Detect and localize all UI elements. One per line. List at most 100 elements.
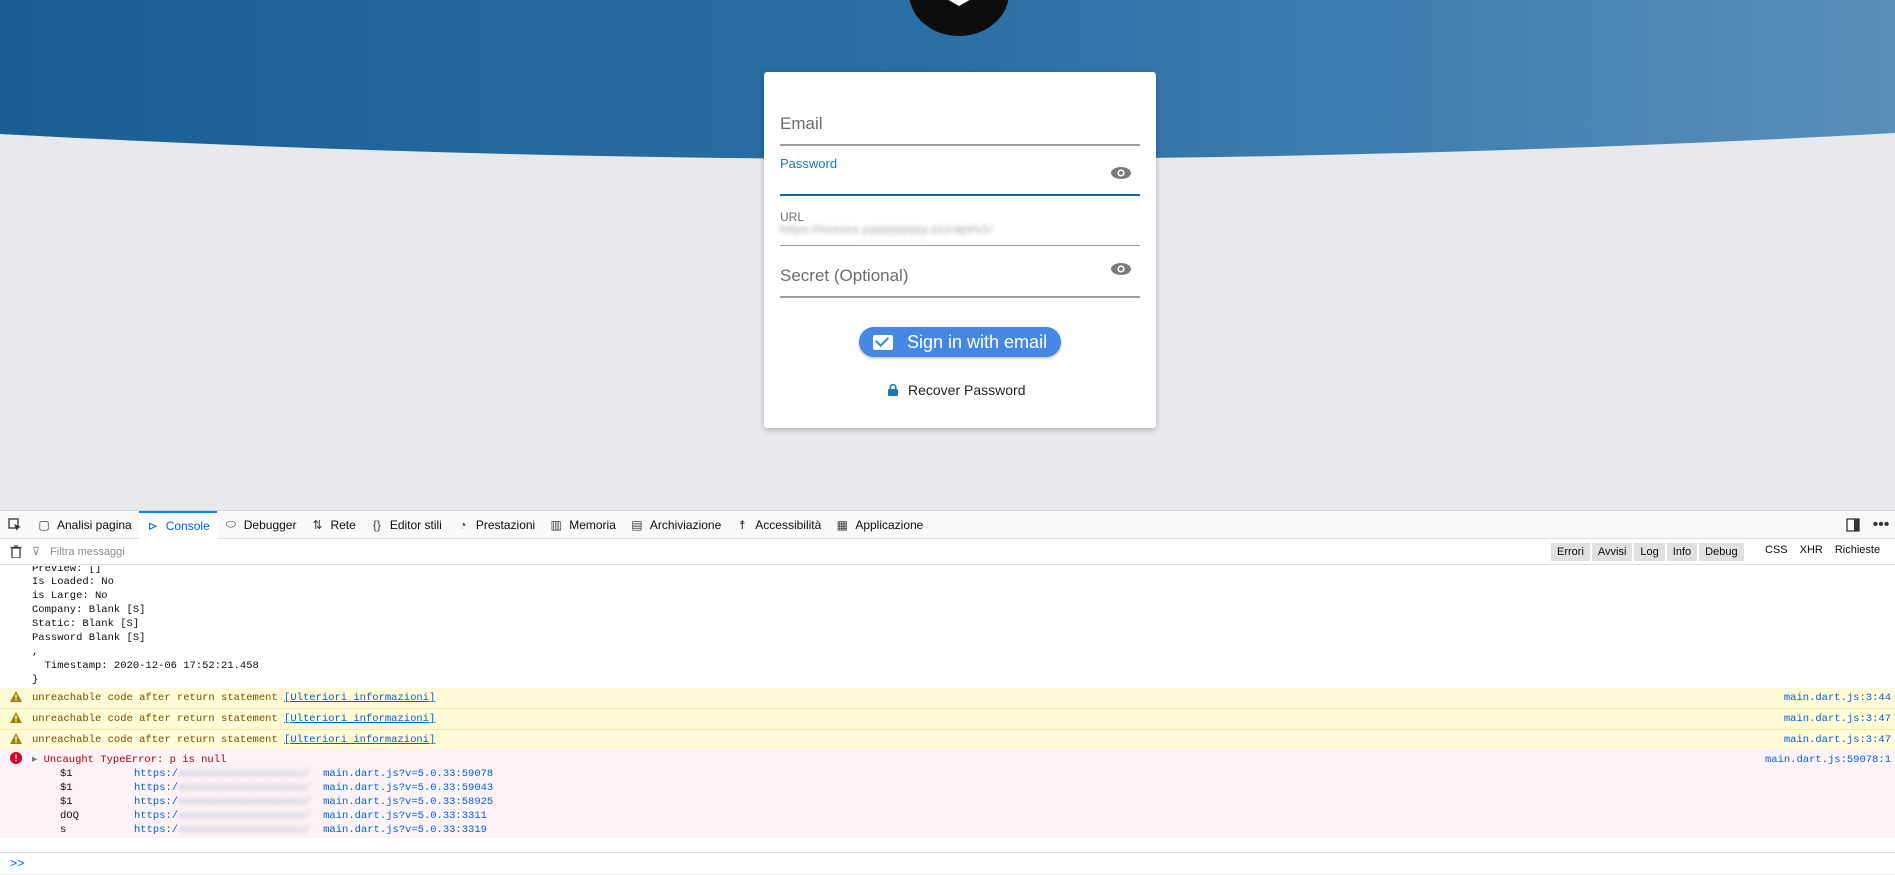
tab-storage[interactable]: ▤ Archiviazione [623,511,728,539]
more-info-link[interactable]: [Ulteriori informazioni] [284,692,435,704]
tab-performance[interactable]: ◔ Prestazioni [449,511,542,539]
tab-accessibility[interactable]: ☨ Accessibilità [728,511,828,539]
warning-text: unreachable code after return statement [32,734,285,746]
app-viewport: Email Password URL https://xxxxxx.yyyyyy… [0,0,1895,510]
tab-inspector[interactable]: ▢ Analisi pagina [30,511,139,539]
source-link[interactable]: main.dart.js:3:47 [1784,713,1891,725]
type-css-button[interactable]: CSS [1765,544,1788,556]
console-output[interactable]: Preview: [] Is Loaded: No is Large: No C… [0,566,1895,852]
frame-url[interactable]: https:/ [134,824,178,836]
source-link[interactable]: main.dart.js:59078:1 [1765,754,1891,766]
source-link[interactable]: main.dart.js:3:47 [1784,734,1891,746]
inspector-icon: ▢ [38,517,50,532]
eye-icon[interactable] [1110,262,1132,276]
frame-file[interactable]: main.dart.js?v=5.0.33:59078 [323,768,493,780]
tab-memory[interactable]: ▥ Memoria [542,511,623,539]
accessibility-icon: ☨ [739,517,746,532]
tab-label: Debugger [243,517,297,532]
log-line: Password Blank [S] [32,632,146,644]
frame-url[interactable]: https:/ [134,810,178,822]
frame-function: $1 [60,782,73,794]
dock-icon[interactable] [1839,518,1867,532]
source-link[interactable]: main.dart.js:3:44 [1784,692,1891,704]
frame-file[interactable]: main.dart.js?v=5.0.33:3319 [323,824,487,836]
filter-icon: ⊽ [32,546,41,558]
sign-in-button[interactable]: Sign in with email [859,327,1061,357]
sign-in-label: Sign in with email [907,331,1048,352]
tab-network[interactable]: ⇅ Rete [303,511,362,539]
recover-password-link[interactable]: Recover Password [888,382,1026,398]
style-editor-icon: {} [372,517,381,532]
frame-url-blurred: xxxxxxxxxxxxxxxxxxxx/ [178,824,311,836]
frame-url-blurred: xxxxxxxxxxxxxxxxxxxx/ [178,768,311,780]
level-warnings-button[interactable]: Avvisi [1591,543,1633,561]
email-placeholder: Email [780,114,823,133]
warning-text: unreachable code after return statement [32,692,285,704]
frame-function: dOQ [60,810,79,822]
stack-frame: $1 https:/xxxxxxxxxxxxxxxxxxxx/main.dart.… [60,782,493,794]
frame-function: $1 [60,796,73,808]
console-input[interactable]: >> [0,852,1895,875]
eye-icon[interactable] [1110,166,1132,180]
frame-url-blurred: xxxxxxxxxxxxxxxxxxxx/ [178,782,311,794]
frame-url[interactable]: https:/ [134,782,178,794]
password-label: Password [780,156,838,171]
warning-message: unreachable code after return statement … [0,730,1895,751]
expand-arrow-icon[interactable]: ▸ [32,754,44,766]
stack-frame: dOQ https:/xxxxxxxxxxxxxxxxxxxx/main.dart… [60,810,487,822]
frame-file[interactable]: main.dart.js?v=5.0.33:3311 [323,810,487,822]
warning-message: unreachable code after return statement … [0,688,1895,709]
log-line: Company: Blank [S] [32,604,146,616]
email-field[interactable]: Email [780,88,1140,146]
type-xhr-button[interactable]: XHR [1800,544,1823,556]
url-value: https://xxxxxx.yyyyyyyyyy.zzz/api/v1/ [780,222,993,236]
stack-frame: s https:/xxxxxxxxxxxxxxxxxxxx/main.dart.j… [60,824,487,836]
login-card: Email Password URL https://xxxxxx.yyyyyy… [764,72,1156,428]
frame-file[interactable]: main.dart.js?v=5.0.33:59043 [323,782,493,794]
frame-url[interactable]: https:/ [134,796,178,808]
secret-field[interactable]: Secret (Optional) [780,250,1140,298]
frame-file[interactable]: main.dart.js?v=5.0.33:58925 [323,796,493,808]
level-info-button[interactable]: Info [1666,543,1698,561]
application-icon: ▦ [836,517,848,532]
error-header[interactable]: ▸ Uncaught TypeError: p is null main.dar… [0,749,1895,770]
more-info-link[interactable]: [Ulteriori informazioni] [284,734,435,746]
trash-icon[interactable] [0,539,32,565]
log-level-filters: Errori Avvisi Log Info Debug [1551,543,1746,561]
tab-label: Console [165,518,210,533]
frame-url[interactable]: https:/ [134,768,178,780]
level-log-button[interactable]: Log [1634,543,1665,561]
url-field[interactable]: URL https://xxxxxx.yyyyyyyyyy.zzz/api/v1… [780,202,1140,246]
log-line: Static: Blank [S] [32,618,140,630]
tab-application[interactable]: ▦ Applicazione [828,511,930,539]
level-debug-button[interactable]: Debug [1699,543,1744,561]
log-line: Timestamp: 2020-12-06 17:52:21.458 [32,660,259,672]
tab-style-editor[interactable]: {} Editor stili [363,511,449,539]
level-errors-button[interactable]: Errori [1551,543,1590,561]
secret-placeholder: Secret (Optional) [780,266,909,285]
console-filter-bar: ⊽ Errori Avvisi Log Info Debug CSS XHR R… [0,539,1895,565]
devtools-panel: ▢ Analisi pagina ⊳ Console ⬭ Debugger ⇅ … [0,510,1895,874]
password-field[interactable]: Password [780,152,1140,196]
tab-label: Editor stili [389,517,442,532]
log-line: } [32,674,39,686]
error-text: Uncaught TypeError: p is null [43,754,227,766]
element-picker-icon[interactable] [0,511,30,539]
debugger-icon: ⬭ [225,517,236,531]
more-info-link[interactable]: [Ulteriori informazioni] [284,713,435,725]
tab-label: Memoria [569,517,616,532]
log-line: is Large: No [32,590,108,602]
console-icon: ⊳ [147,518,158,533]
more-options-icon[interactable]: ••• [1867,516,1895,534]
devtools-toolbar: ▢ Analisi pagina ⊳ Console ⬭ Debugger ⇅ … [0,510,1895,539]
type-requests-button[interactable]: Richieste [1835,544,1880,556]
performance-icon: ◔ [459,517,467,532]
tab-console[interactable]: ⊳ Console [138,510,217,539]
memory-icon: ▥ [550,517,562,532]
filter-messages-input[interactable] [40,545,441,558]
storage-icon: ▤ [631,517,643,532]
tab-debugger[interactable]: ⬭ Debugger [217,511,304,539]
frame-function: s [60,824,67,836]
log-line: Preview: [] [32,566,102,575]
frame-url-blurred: xxxxxxxxxxxxxxxxxxxx/ [178,810,311,822]
